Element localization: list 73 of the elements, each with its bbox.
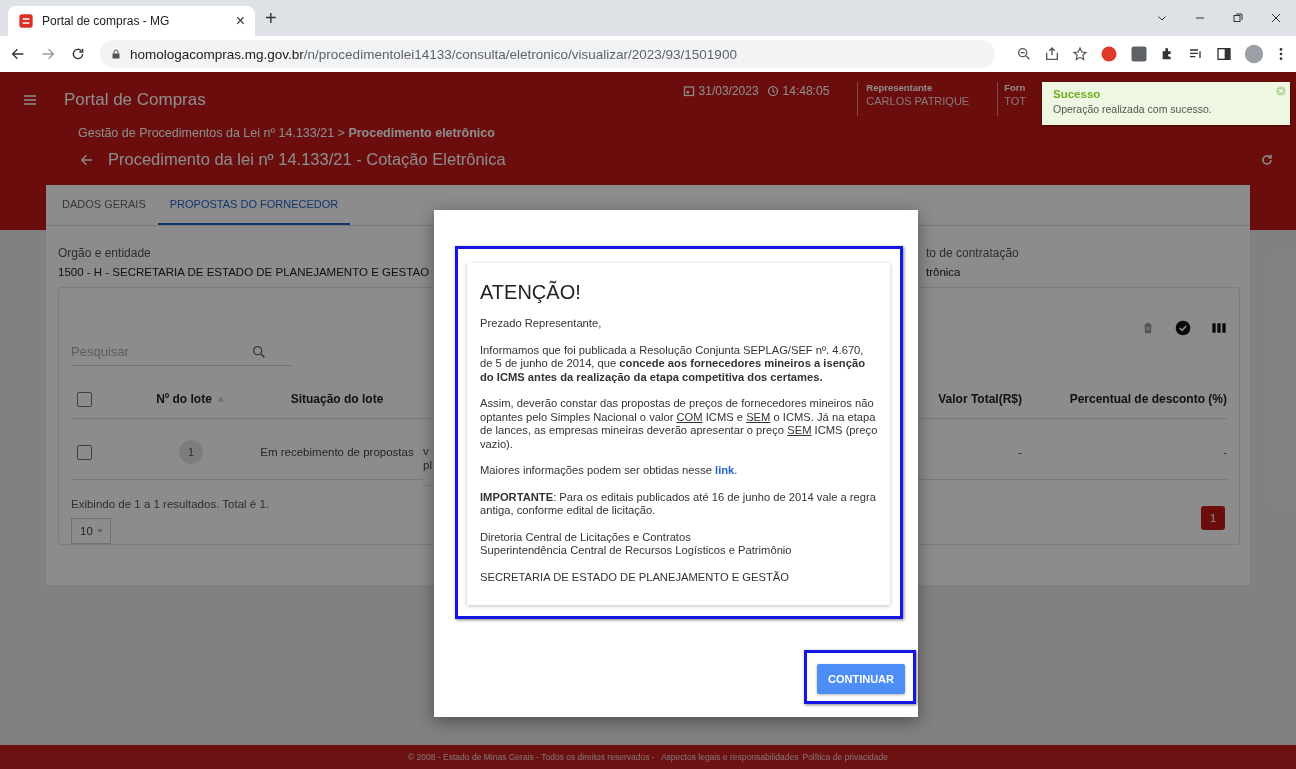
url-text: homologacompras.mg.gov.br/n/procedimentolei14133/consulta/eletronico/visualizar/2023/93/1501900 [130, 46, 737, 62]
extension-icon[interactable] [1130, 45, 1148, 63]
checkbox[interactable] [77, 391, 92, 407]
date-text: 31/03/2023 [698, 84, 759, 98]
field-label: Orgão e entidade [58, 246, 152, 260]
table-cell: Em recebimento de propostas [260, 446, 414, 458]
signature-line: Superintendência Central de Recursos Logísticos e Patrimônio [480, 544, 793, 558]
field-label: to de contratação [926, 246, 1020, 260]
share-icon[interactable] [1044, 46, 1060, 62]
caret-icon [95, 527, 104, 535]
footer-link[interactable]: Aspectos legais e responsabilidades [660, 752, 799, 762]
dialog-paragraph: Informamos que foi publicada a Resolução Conjunta SEPLAG/SEF nº. 4.670, de 5 de junho de 2014, que concede aos fornecedores mineiros a isenção do ICMS antes da realização da etapa competitiva dos certames. [480, 343, 866, 384]
side-panel-icon[interactable] [1216, 46, 1232, 62]
table-cell: pl [423, 458, 432, 472]
menu-icon[interactable] [22, 92, 38, 108]
table-cell: - [1223, 446, 1227, 458]
footer-text: © 2008 - Estado de Minas Gerais - Todos os direitos reservados - [408, 752, 656, 762]
table-cell: - [1018, 446, 1022, 458]
field-value: 1500 - H - SECRETARIA DE ESTADO DE PLANEJAMENTO E GESTAO [58, 266, 430, 278]
checkbox[interactable] [77, 444, 92, 460]
signature-line: Diretoria Central de Licitações e Contratos [480, 530, 692, 544]
refresh-icon[interactable] [1260, 152, 1274, 167]
columns-icon[interactable] [1211, 320, 1227, 336]
reload-icon[interactable] [70, 46, 86, 62]
user-field-label: Representante [866, 82, 934, 93]
field-value: trônica [926, 266, 962, 278]
clock-icon [766, 85, 779, 97]
column-header[interactable]: Percentual de desconto (%) [1069, 392, 1227, 406]
column-header[interactable]: Situação do lote [290, 392, 384, 406]
extension-icon[interactable] [1100, 45, 1118, 63]
avatar-icon[interactable] [1244, 44, 1264, 64]
back-arrow-icon[interactable] [10, 46, 26, 62]
page-size-select[interactable]: 10 [71, 518, 111, 544]
continue-button[interactable]: CONTINUAR [817, 664, 905, 694]
tab-close-button[interactable]: × [235, 12, 245, 30]
site-logo-icon [18, 13, 34, 29]
check-circle-icon[interactable] [1175, 320, 1191, 336]
close-icon[interactable] [1270, 12, 1282, 24]
toast-message: Operação realizada com sucesso. [1053, 103, 1213, 115]
forward-arrow-icon[interactable] [40, 46, 56, 62]
time-text: 14:48:05 [782, 84, 830, 98]
results-summary: Exibindo de 1 a 1 resultados. Total é 1. [71, 498, 269, 510]
user-field-value: CARLOS PATRIQUE [866, 95, 970, 107]
dialog-paragraph: Maiores informações podem ser obtidas nesse link. [480, 464, 739, 478]
breadcrumb: Gestão de Procedimentos da Lei nº 14.133/21 > Procedimento eletrônico [78, 126, 496, 140]
page-button[interactable]: 1 [1201, 506, 1225, 530]
tab[interactable]: PROPOSTAS DO FORNECEDOR [157, 185, 351, 225]
table-cell: v [423, 444, 429, 458]
footer-link[interactable]: Política de privacidade [802, 752, 888, 762]
tab-title: Portal de compras - MG [42, 14, 171, 28]
restore-icon[interactable] [1232, 12, 1244, 24]
dialog-paragraph: Assim, deverão constar das propostas de preços de fornecedores mineiros não optantes pelo Simples Nacional o valor COM ICMS e SEM o ICMS. Já na etapa de lances, as empresas mineiras deverão apresentar o preço SEM ICMS (preço vazio). [480, 397, 878, 451]
column-header[interactable]: Nº do lote [156, 392, 212, 406]
lock-icon [110, 48, 122, 60]
dialog-paragraph: IMPORTANTE: Para os editais publicados até 16 de junho de 2014 vale a regra antiga, conforme edital de licitação. [480, 490, 877, 518]
search-icon[interactable] [251, 344, 267, 360]
browser-tab[interactable]: Portal de compras - MG × [8, 6, 255, 36]
dialog-paragraph: Prezado Representante, [480, 317, 603, 331]
dialog-paragraph: SECRETARIA DE ESTADO DE PLANEJAMENTO E GESTÃO [480, 570, 790, 584]
column-header[interactable]: Valor Total(R$) [938, 392, 1022, 406]
dialog-title: ATENÇÃO! [480, 279, 582, 305]
user-field-value: TOT [1004, 95, 1026, 107]
tab[interactable]: DADOS GERAIS [50, 185, 158, 225]
toast-title: Sucesso [1053, 88, 1102, 100]
user-field-label: Forn [1004, 82, 1026, 93]
calendar-icon [682, 85, 695, 97]
address-bar[interactable]: homologacompras.mg.gov.br/n/procedimentolei14133/consulta/eletronico/visualizar/2023/93/1501900 [100, 40, 995, 68]
new-tab-button[interactable]: + [265, 6, 277, 30]
zoom-icon[interactable] [1016, 46, 1032, 62]
page-title: Procedimento da lei nº 14.133/21 - Cotação Eletrônica [108, 150, 506, 169]
lot-number: 1 [179, 440, 203, 464]
star-icon[interactable] [1072, 46, 1088, 62]
app-title: Portal de Compras [64, 90, 206, 110]
